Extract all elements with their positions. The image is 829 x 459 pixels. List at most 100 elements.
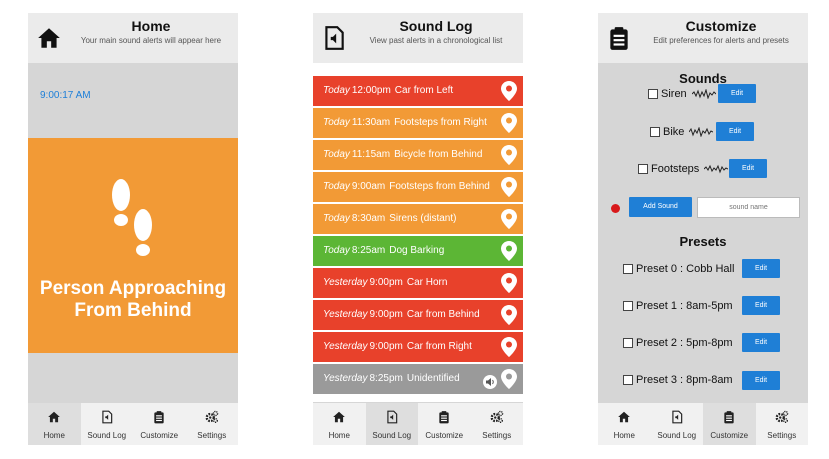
tab-label: Customize <box>140 431 179 440</box>
tab-customize[interactable]: Customize <box>418 403 471 445</box>
sound-log-entry[interactable]: Today 11:15am Bicycle from Behind <box>313 140 523 170</box>
entry-label: Unidentified <box>406 373 460 384</box>
tab-label: Sound Log <box>657 431 697 440</box>
tab-sound-log[interactable]: Sound Log <box>365 403 418 445</box>
tab-label: Sound Log <box>372 431 412 440</box>
location-pin-icon[interactable] <box>501 369 517 389</box>
home-icon <box>48 411 61 423</box>
location-pin-icon[interactable] <box>501 177 517 197</box>
sound-log-entry[interactable]: Yesterday 9:00pm Car from Behind <box>313 300 523 330</box>
location-pin-icon[interactable] <box>501 113 517 133</box>
tab-label: Settings <box>767 431 797 440</box>
sound-item-siren: Siren <box>648 88 716 100</box>
siren-checkbox[interactable] <box>648 89 658 100</box>
entry-time: 9:00pm <box>369 309 403 320</box>
tab-customize[interactable]: Customize <box>703 403 756 445</box>
sound-log-list: Today 12:00pm Car from Left Today 11:30am Foo… <box>313 76 523 396</box>
edit-preset-button[interactable]: Edit <box>742 371 780 390</box>
preset-item: Preset 2 : 5pm-8pm <box>623 337 733 349</box>
customize-screen: Customize Edit preferences for alerts an… <box>598 13 808 445</box>
tab-settings[interactable]: Settings <box>186 403 239 445</box>
edit-siren-button[interactable]: Edit <box>718 84 756 103</box>
tab-settings[interactable]: Settings <box>471 403 524 445</box>
entry-day: Today <box>323 245 350 256</box>
clipboard-icon <box>154 411 164 424</box>
tab-label: Sound Log <box>87 431 127 440</box>
sound-log-entry[interactable]: Yesterday 9:00pm Car from Right <box>313 332 523 362</box>
gears-icon <box>205 410 219 423</box>
volume-icon[interactable] <box>483 372 497 389</box>
entry-time: 9:00am <box>351 181 386 192</box>
preset-checkbox[interactable] <box>623 375 633 386</box>
entry-label: Car from Behind <box>406 309 480 320</box>
footsteps-icon <box>112 179 152 256</box>
edit-preset-button[interactable]: Edit <box>742 259 780 278</box>
edit-preset-button[interactable]: Edit <box>742 296 780 315</box>
preset-checkbox[interactable] <box>623 338 633 349</box>
edit-footsteps-button[interactable]: Edit <box>729 159 767 178</box>
page-title: Sound Log <box>399 18 473 34</box>
entry-time: 8:25pm <box>369 373 403 384</box>
location-pin-icon[interactable] <box>501 145 517 165</box>
sound-log-entry[interactable]: Today 11:30am Footsteps from Right <box>313 108 523 138</box>
sound-log-icon <box>672 410 682 424</box>
entry-time: 11:30am <box>351 117 391 128</box>
sound-log-screen: Sound Log View past alerts in a chronolo… <box>313 13 523 445</box>
location-pin-icon[interactable] <box>501 81 517 101</box>
sound-log-entry[interactable]: Yesterday 8:25pm Unidentified <box>313 364 523 394</box>
sound-log-entry[interactable]: Today 12:00pm Car from Left <box>313 76 523 106</box>
tab-sound-log[interactable]: Sound Log <box>81 403 134 445</box>
waveform-icon <box>704 164 729 174</box>
entry-day: Today <box>323 85 350 96</box>
bike-checkbox[interactable] <box>650 127 660 138</box>
preset-checkbox[interactable] <box>623 264 633 275</box>
location-pin-icon[interactable] <box>501 273 517 293</box>
entry-time: 11:15am <box>351 149 391 160</box>
home-screen: Home Your main sound alerts will appear … <box>28 13 238 445</box>
tab-label: Settings <box>197 431 227 440</box>
tab-settings[interactable]: Settings <box>756 403 809 445</box>
location-pin-icon[interactable] <box>501 209 517 229</box>
alert-text: Person Approaching From Behind <box>39 278 227 321</box>
sound-log-entry[interactable]: Today 8:25am Dog Barking <box>313 236 523 266</box>
sound-label: Siren <box>661 88 687 100</box>
footsteps-checkbox[interactable] <box>638 164 648 175</box>
sound-log-entry[interactable]: Today 8:30am Sirens (distant) <box>313 204 523 234</box>
edit-preset-button[interactable]: Edit <box>742 333 780 352</box>
add-sound-button[interactable]: Add Sound <box>629 197 692 217</box>
sound-log-entry[interactable]: Yesterday 9:00pm Car Horn <box>313 268 523 298</box>
location-pin-icon[interactable] <box>501 337 517 357</box>
tab-label: Customize <box>425 431 464 440</box>
page-subtitle: Your main sound alerts will appear here <box>80 36 222 45</box>
entry-time: 8:25am <box>351 245 386 256</box>
edit-bike-button[interactable]: Edit <box>716 122 754 141</box>
sound-log-icon <box>102 410 112 424</box>
tab-bar: Home Sound Log Customize Settings <box>598 402 808 445</box>
entry-day: Yesterday <box>323 341 368 352</box>
tab-bar: Home Sound Log Customize Settings <box>28 402 238 445</box>
sound-label: Bike <box>663 126 685 138</box>
tab-home[interactable]: Home <box>598 403 651 445</box>
tab-customize[interactable]: Customize <box>133 403 186 445</box>
entry-day: Today <box>323 213 350 224</box>
location-pin-icon[interactable] <box>501 241 517 261</box>
tab-home[interactable]: Home <box>28 403 81 445</box>
clipboard-icon <box>724 411 734 424</box>
sound-log-entry[interactable]: Today 9:00am Footsteps from Behind <box>313 172 523 202</box>
preset-label: Preset 2 : 5pm-8pm <box>636 337 733 349</box>
entry-time: 9:00pm <box>369 277 403 288</box>
tab-label: Home <box>613 431 635 440</box>
record-icon[interactable] <box>611 204 620 213</box>
current-alert-card[interactable]: Person Approaching From Behind <box>28 138 238 353</box>
entry-label: Footsteps from Behind <box>389 181 490 192</box>
entry-time: 12:00pm <box>351 85 391 96</box>
sound-name-input[interactable] <box>697 197 800 218</box>
sound-log-icon <box>325 26 344 50</box>
entry-time: 9:00pm <box>369 341 403 352</box>
tab-home[interactable]: Home <box>313 403 366 445</box>
preset-checkbox[interactable] <box>623 301 633 312</box>
sound-item-bike: Bike <box>650 126 714 138</box>
entry-label: Car from Left <box>394 85 454 96</box>
tab-sound-log[interactable]: Sound Log <box>651 403 704 445</box>
location-pin-icon[interactable] <box>501 305 517 325</box>
